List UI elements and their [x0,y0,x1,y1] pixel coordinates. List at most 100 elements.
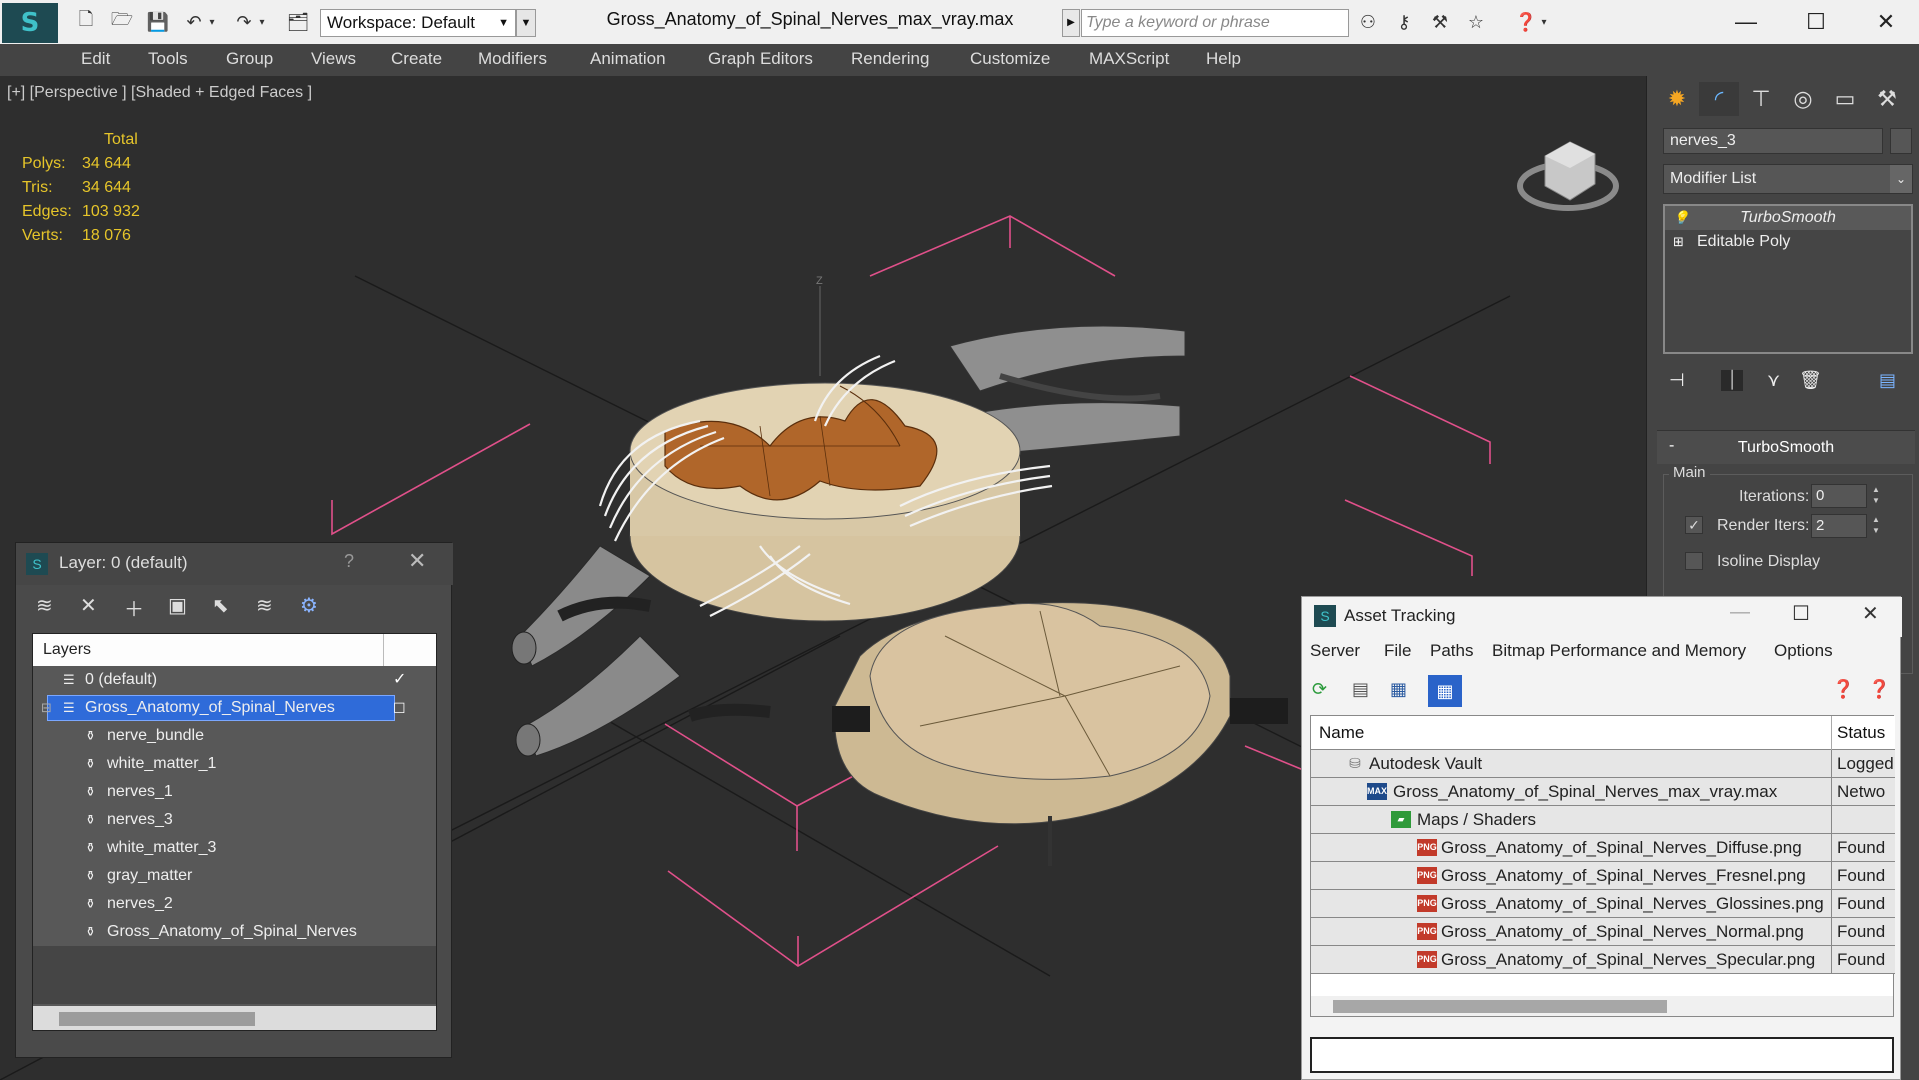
layer-child-row[interactable]: ⚱ nerves_2 [33,890,436,918]
workspace-menu-button[interactable]: ▼ [516,9,536,37]
layer-child-row[interactable]: ⚱ nerves_1 [33,778,436,806]
maximize-button[interactable]: ☐ [1792,601,1810,626]
asset-table-header[interactable]: Name Status [1311,716,1895,750]
table-row[interactable]: PNG Gross_Anatomy_of_Spinal_Nerves_Specu… [1311,946,1895,974]
modifier-list-dropdown[interactable]: Modifier List ⌄ [1663,164,1913,194]
horizontal-scrollbar-thumb[interactable] [59,1012,255,1026]
layer-checkbox-icon[interactable]: ☐ [393,694,406,722]
menu-tools[interactable]: Tools [148,49,188,69]
table-row[interactable]: ▰ Maps / Shaders [1311,806,1895,834]
minimize-button[interactable]: — [1730,601,1750,624]
favorites-star-icon[interactable]: ☆ [1462,9,1490,35]
hierarchy-tab-icon[interactable]: ⊤ [1741,82,1781,116]
remove-modifier-icon[interactable]: 🗑 [1799,370,1822,391]
table-row[interactable]: MAX Gross_Anatomy_of_Spinal_Nerves_max_v… [1311,778,1895,806]
column-status[interactable]: Status [1837,716,1885,750]
search-input[interactable]: Type a keyword or phrase [1081,9,1349,37]
layer-child-row[interactable]: ⚱ gray_matter [33,862,436,890]
menu-create[interactable]: Create [391,49,442,69]
menu-views[interactable]: Views [311,49,356,69]
set-current-layer-icon[interactable]: ≋ [256,593,273,618]
configure-modifier-sets-icon[interactable]: ▤ [1879,370,1896,391]
key-icon[interactable]: ⚷ [1390,9,1418,35]
refresh-icon[interactable]: ⟳ [1312,679,1327,700]
modify-tab-icon[interactable]: ◜ [1699,82,1739,116]
asset-menu-options[interactable]: Options [1774,641,1833,661]
render-iters-checkbox[interactable]: ✓ [1685,516,1703,534]
object-color-swatch[interactable] [1890,128,1912,154]
maximize-button[interactable]: ☐ [1788,6,1844,38]
workspace-dropdown[interactable]: Workspace: Default ▼ [320,9,516,37]
help-button[interactable]: ? [344,551,354,572]
minimize-button[interactable]: — [1718,6,1774,38]
close-icon[interactable]: ✕ [408,548,426,574]
asset-menu-paths[interactable]: Paths [1430,641,1473,661]
make-unique-icon[interactable]: ⋎ [1767,370,1780,391]
redo-dropdown-icon[interactable]: ▾ [254,9,270,35]
menu-modifiers[interactable]: Modifiers [478,49,547,69]
layer-child-row[interactable]: ⚱ Gross_Anatomy_of_Spinal_Nerves [33,918,436,946]
menu-edit[interactable]: Edit [81,49,110,69]
asset-menu-file[interactable]: File [1384,641,1411,661]
table-row[interactable]: PNG Gross_Anatomy_of_Spinal_Nerves_Fresn… [1311,862,1895,890]
render-iters-spinner-arrows[interactable]: ▲ ▼ [1869,514,1883,538]
asset-menu-bitmap-performance[interactable]: Bitmap Performance and Memory [1492,641,1746,661]
save-file-icon[interactable]: 💾 [144,9,172,35]
iterations-spinner[interactable]: 0 [1811,484,1867,508]
stack-item-turbosmooth[interactable]: 💡 TurboSmooth [1665,206,1911,230]
open-file-icon[interactable]: 🗁 [108,9,136,35]
new-layer-icon[interactable]: ≋ [36,593,53,618]
binoculars-icon[interactable]: ⚇ [1354,9,1382,35]
pin-stack-icon[interactable]: ⊣ [1669,370,1685,391]
list-view-icon[interactable]: ▤ [1352,679,1369,700]
menu-rendering[interactable]: Rendering [851,49,929,69]
stack-item-editable-poly[interactable]: ⊞ Editable Poly [1665,230,1911,254]
layer-child-row[interactable]: ⚱ nerve_bundle [33,722,436,750]
undo-dropdown-icon[interactable]: ▾ [204,9,220,35]
app-logo-button[interactable]: S [2,3,58,43]
delete-layer-icon[interactable]: ✕ [80,593,97,618]
menu-graph-editors[interactable]: Graph Editors [708,49,813,69]
table-row[interactable]: PNG Gross_Anatomy_of_Spinal_Nerves_Gloss… [1311,890,1895,918]
viewport-label[interactable]: [+] [Perspective ] [Shaded + Edged Faces… [7,84,312,102]
layer-window-titlebar[interactable]: S Layer: 0 (default) ? ✕ [16,543,453,585]
turbosmooth-rollout-header[interactable]: - TurboSmooth [1657,430,1915,464]
table-row[interactable]: PNG Gross_Anatomy_of_Spinal_Nerves_Norma… [1311,918,1895,946]
select-in-layer-icon[interactable]: ▣ [168,593,187,618]
object-name-field[interactable]: nerves_3 [1663,128,1883,154]
menu-maxscript[interactable]: MAXScript [1089,49,1169,69]
asset-window-titlebar[interactable]: S Asset Tracking — ☐ ✕ [1302,597,1902,637]
help-dropdown-icon[interactable]: ▾ [1536,9,1552,35]
layer-child-row[interactable]: ⚱ white_matter_1 [33,750,436,778]
close-button[interactable]: ✕ [1858,6,1914,38]
utilities-tab-icon[interactable]: ⚒ [1867,82,1907,116]
table-row[interactable]: ⛁ Autodesk Vault Logged [1311,750,1895,778]
motion-tab-icon[interactable]: ◎ [1783,82,1823,116]
isoline-display-checkbox[interactable] [1685,552,1703,570]
layer-row-gross-anatomy[interactable]: ⊟ ☰ Gross_Anatomy_of_Spinal_Nerves ☐ [33,694,436,722]
collapse-minus-icon[interactable]: ⊟ [41,694,52,722]
sign-in-icon[interactable]: ⚒ [1426,9,1454,35]
layer-child-row[interactable]: ⚱ nerves_3 [33,806,436,834]
project-folder-icon[interactable]: 🗂 [284,9,312,35]
menu-group[interactable]: Group [226,49,273,69]
search-expand-icon[interactable]: ▶ [1062,9,1080,37]
expand-plus-icon[interactable]: ⊞ [1673,230,1684,254]
context-help-icon[interactable]: ❓ [1868,679,1890,700]
table-view-icon[interactable]: ▦ [1428,675,1462,707]
thumbnail-view-icon[interactable]: ▦ [1390,679,1407,700]
layer-column-header[interactable]: Layers [33,634,436,666]
create-tab-icon[interactable]: ✹ [1657,82,1697,116]
menu-customize[interactable]: Customize [970,49,1050,69]
asset-menu-server[interactable]: Server [1310,641,1360,661]
table-row[interactable]: PNG Gross_Anatomy_of_Spinal_Nerves_Diffu… [1311,834,1895,862]
help-icon[interactable]: ❓ [1832,679,1854,700]
layer-properties-icon[interactable]: ⚙ [300,593,318,618]
new-file-icon[interactable]: 🗋 [72,9,100,35]
render-iters-spinner[interactable]: 2 [1811,514,1867,538]
menu-help[interactable]: Help [1206,49,1241,69]
show-end-result-icon[interactable]: ⏐ [1721,370,1744,391]
layer-child-row[interactable]: ⚱ white_matter_3 [33,834,436,862]
current-layer-check-icon[interactable]: ✓ [393,666,406,694]
column-name[interactable]: Name [1319,716,1364,750]
